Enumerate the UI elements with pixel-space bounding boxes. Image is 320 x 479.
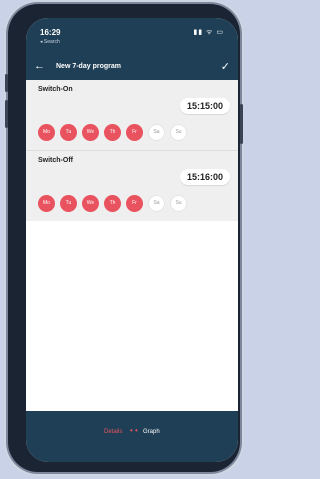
- day-toggle-we[interactable]: We: [82, 124, 99, 141]
- status-time: 16:29: [40, 28, 61, 37]
- day-toggle-tu[interactable]: Tu: [60, 195, 77, 212]
- tab-indicator-dots: • •: [130, 426, 138, 435]
- empty-content-area: [26, 221, 238, 411]
- checkmark-icon[interactable]: ✓: [221, 60, 230, 73]
- status-bar: 16:29 ◂ Search ▮▮ ᯤ ▭: [26, 18, 238, 56]
- day-toggle-su[interactable]: Su: [170, 195, 187, 212]
- page-title: New 7-day program: [56, 63, 121, 70]
- day-toggle-tu[interactable]: Tu: [60, 124, 77, 141]
- switch-on-days: Mo Tu We Th Fr Sa Su: [38, 124, 187, 142]
- back-arrow-icon[interactable]: ←: [34, 60, 45, 72]
- app-bar: ← New 7-day program ✓: [26, 56, 238, 80]
- day-toggle-su[interactable]: Su: [170, 124, 187, 141]
- tab-graph[interactable]: Graph: [143, 429, 160, 435]
- volume-up-button: [5, 74, 8, 92]
- tab-details[interactable]: Details: [104, 429, 122, 435]
- phone-screen: 16:29 ◂ Search ▮▮ ᯤ ▭ ← New 7-day progra…: [26, 18, 238, 462]
- volume-down-button: [5, 100, 8, 128]
- status-icons: ▮▮ ᯤ ▭: [193, 29, 224, 36]
- day-toggle-th[interactable]: Th: [104, 195, 121, 212]
- bottom-tab-bar: Details • • Graph: [26, 411, 238, 462]
- day-toggle-fr[interactable]: Fr: [126, 124, 143, 141]
- power-button: [240, 104, 243, 144]
- day-toggle-mo[interactable]: Mo: [38, 124, 55, 141]
- day-toggle-mo[interactable]: Mo: [38, 195, 55, 212]
- switch-on-section: Switch-On 15:15:00 Mo Tu We Th Fr Sa Su: [26, 80, 238, 151]
- switch-on-label: Switch-On: [38, 86, 73, 93]
- phone-frame: 16:29 ◂ Search ▮▮ ᯤ ▭ ← New 7-day progra…: [5, 4, 243, 472]
- day-toggle-th[interactable]: Th: [104, 124, 121, 141]
- switch-off-label: Switch-Off: [38, 157, 73, 164]
- switch-off-section: Switch-Off 15:16:00 Mo Tu We Th Fr Sa Su: [26, 151, 238, 222]
- day-toggle-fr[interactable]: Fr: [126, 195, 143, 212]
- switch-on-time[interactable]: 15:15:00: [179, 98, 230, 114]
- day-toggle-we[interactable]: We: [82, 195, 99, 212]
- day-toggle-sa[interactable]: Sa: [148, 124, 165, 141]
- day-toggle-sa[interactable]: Sa: [148, 195, 165, 212]
- status-search-label: ◂ Search: [40, 39, 60, 45]
- switch-off-time[interactable]: 15:16:00: [179, 169, 230, 185]
- switch-off-days: Mo Tu We Th Fr Sa Su: [38, 195, 187, 213]
